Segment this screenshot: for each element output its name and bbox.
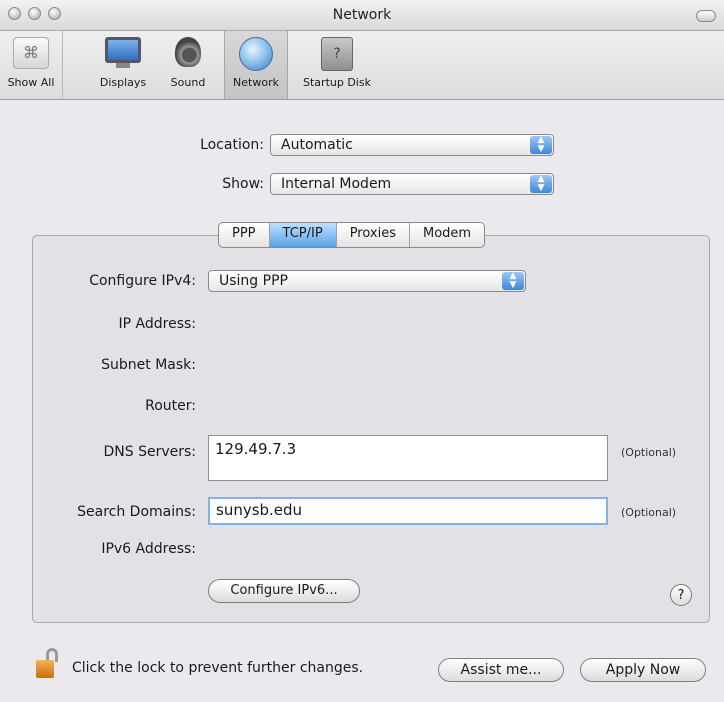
toolbar-toggle-button[interactable]: [696, 10, 716, 22]
configure-ipv6-button[interactable]: Configure IPv6...: [208, 579, 360, 603]
display-icon: [105, 37, 141, 63]
search-domains-label: Search Domains:: [77, 504, 196, 520]
toolbar-startup-disk[interactable]: ? Startup Disk: [292, 31, 382, 99]
toolbar-label-network: Network: [233, 76, 279, 89]
ip-address-label: IP Address:: [118, 316, 197, 332]
router-label: Router:: [145, 398, 196, 414]
help-button[interactable]: ?: [670, 584, 692, 606]
assist-me-button[interactable]: Assist me...: [438, 658, 564, 682]
tab-ppp[interactable]: PPP: [219, 223, 270, 247]
search-optional-note: (Optional): [621, 506, 677, 519]
startup-disk-icon: ?: [321, 37, 353, 71]
apply-now-button[interactable]: Apply Now: [580, 658, 706, 682]
configure-ipv4-value: Using PPP: [219, 273, 288, 289]
toolbar-displays[interactable]: Displays: [90, 31, 156, 99]
network-preferences-window: Network ⌘ Show All Displays Sound Networ…: [0, 0, 724, 702]
window-title: Network: [332, 7, 392, 23]
search-domains-field[interactable]: sunysb.edu: [208, 497, 608, 525]
speaker-icon: [175, 37, 201, 67]
dns-servers-label: DNS Servers:: [103, 444, 196, 460]
show-value: Internal Modem: [281, 176, 392, 192]
popup-arrows-icon: ▲ ▼: [530, 136, 552, 154]
toolbar-network[interactable]: Network: [224, 31, 288, 99]
toolbar-show-all[interactable]: ⌘ Show All: [0, 31, 63, 99]
popup-arrows-icon: ▲ ▼: [530, 175, 552, 193]
settings-group-box: [32, 235, 710, 623]
location-label: Location:: [200, 137, 264, 153]
location-popup[interactable]: Automatic ▲ ▼: [270, 134, 554, 156]
toolbar-sound[interactable]: Sound: [158, 31, 218, 99]
toolbar-label-displays: Displays: [99, 76, 147, 89]
lock-message: Click the lock to prevent further change…: [72, 660, 364, 676]
tab-bar: PPP TCP/IP Proxies Modem: [218, 222, 486, 248]
network-globe-icon: [239, 37, 273, 71]
tab-proxies[interactable]: Proxies: [337, 223, 410, 247]
show-popup[interactable]: Internal Modem ▲ ▼: [270, 173, 554, 195]
toolbar-label-sound: Sound: [170, 76, 206, 89]
toolbar-label-show-all: Show All: [7, 76, 55, 89]
show-label: Show:: [222, 176, 264, 192]
dns-optional-note: (Optional): [621, 446, 677, 459]
tab-tcpip[interactable]: TCP/IP: [269, 223, 337, 247]
title-bar: Network: [0, 0, 724, 31]
toolbar-label-startup-disk: Startup Disk: [303, 76, 371, 89]
configure-ipv4-label: Configure IPv4:: [89, 273, 196, 289]
toolbar: ⌘ Show All Displays Sound Network ? Star…: [0, 31, 724, 100]
configure-ipv4-popup[interactable]: Using PPP ▲ ▼: [208, 270, 526, 292]
location-value: Automatic: [281, 137, 353, 153]
ipv6-address-label: IPv6 Address:: [101, 541, 196, 557]
dns-servers-field[interactable]: 129.49.7.3: [208, 435, 608, 481]
tab-modem[interactable]: Modem: [410, 223, 484, 247]
lock-icon[interactable]: [34, 648, 64, 680]
apple-icon: ⌘: [13, 37, 49, 69]
subnet-mask-label: Subnet Mask:: [101, 357, 196, 373]
popup-arrows-icon: ▲ ▼: [502, 272, 524, 290]
